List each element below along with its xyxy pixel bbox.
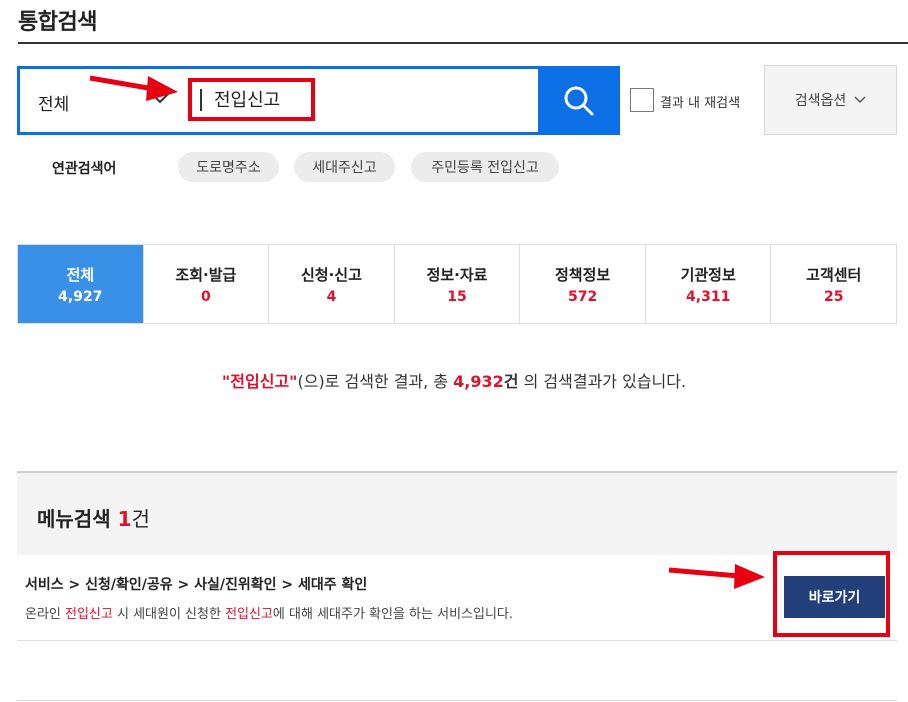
related-term-chip[interactable]: 세대주신고 <box>294 152 395 182</box>
related-term-chip[interactable]: 주민등록 전입신고 <box>411 152 559 182</box>
bottom-divider <box>17 700 897 701</box>
annotation-arrow-go <box>668 564 765 589</box>
summary-text-1: (으)로 검색한 결과, 총 <box>297 372 454 391</box>
search-button[interactable] <box>538 66 620 135</box>
desc-text: 에 대해 세대주가 확인을 하는 서비스입니다. <box>272 607 513 622</box>
summary-unit: 건 <box>503 372 519 391</box>
desc-text: 시 세대원이 신청한 <box>112 607 226 622</box>
desc-highlight: 전입신고 <box>65 607 113 622</box>
tab-label: 정보·자료 <box>426 265 488 284</box>
desc-highlight: 전입신고 <box>225 607 273 622</box>
search-options-button[interactable]: 검색옵션 <box>764 65 897 135</box>
menu-search-title: 메뉴검색 1건 <box>37 503 150 532</box>
tab-application-report[interactable]: 신청·신고 4 <box>269 245 395 323</box>
tab-count: 25 <box>824 288 844 305</box>
menu-search-count: 1 <box>117 507 132 531</box>
tab-inquiry-issuance[interactable]: 조회·발급 0 <box>143 245 270 323</box>
related-terms-label: 연관검색어 <box>52 161 117 177</box>
tab-count: 4,927 <box>58 288 103 305</box>
scope-select[interactable]: 전체 <box>38 90 69 115</box>
result-path[interactable]: 서비스 > 신청/확인/공유 > 사실/진위확인 > 세대주 확인 <box>25 574 367 594</box>
summary-total: 4,932 <box>453 372 504 391</box>
tab-label: 고객센터 <box>806 265 862 284</box>
tab-count: 15 <box>447 288 467 305</box>
search-result-summary: "전입신고"(으)로 검색한 결과, 총 4,932건 의 검색결과가 있습니다… <box>0 368 908 392</box>
refine-search-checkbox[interactable] <box>630 88 654 112</box>
page-title: 통합검색 <box>18 10 97 35</box>
result-description: 온라인 전입신고 시 세대원이 신청한 전입신고에 대해 세대주가 확인을 하는… <box>25 603 513 622</box>
tab-label: 정책정보 <box>555 265 611 284</box>
tab-count: 4 <box>326 288 337 305</box>
annotation-box-query <box>188 78 315 121</box>
tab-label: 전체 <box>66 265 95 284</box>
tab-label: 신청·신고 <box>300 265 362 284</box>
tab-agency-info[interactable]: 기관정보 4,311 <box>645 245 772 323</box>
menu-search-header: 메뉴검색 1건 <box>17 471 897 555</box>
summary-query: "전입신고" <box>221 372 298 391</box>
menu-search-label: 메뉴검색 <box>37 507 111 531</box>
tab-label: 기관정보 <box>680 265 736 284</box>
result-category-tabs: 전체 4,927 조회·발급 0 신청·신고 4 정보·자료 15 정책정보 5… <box>17 244 897 324</box>
chevron-down-icon <box>854 96 866 104</box>
summary-text-2: 의 검색결과가 있습니다. <box>518 372 687 391</box>
tab-count: 0 <box>200 288 211 305</box>
annotation-arrow-query <box>89 75 178 101</box>
tab-count: 4,311 <box>686 288 731 305</box>
search-options-label: 검색옵션 <box>794 93 847 109</box>
tab-customer-center[interactable]: 고객센터 25 <box>771 245 897 323</box>
related-term-chip[interactable]: 도로명주소 <box>178 152 279 182</box>
tab-all[interactable]: 전체 4,927 <box>18 245 144 323</box>
annotation-box-go <box>773 551 890 637</box>
tab-count: 572 <box>567 288 598 305</box>
desc-text: 온라인 <box>25 607 66 622</box>
refine-search-label: 결과 내 재검색 <box>660 96 741 111</box>
title-divider <box>18 42 908 44</box>
menu-search-unit: 건 <box>131 507 150 531</box>
search-icon <box>564 86 594 115</box>
tab-info-materials[interactable]: 정보·자료 15 <box>394 245 521 323</box>
tab-policy-info[interactable]: 정책정보 572 <box>520 245 646 323</box>
tab-label: 조회·발급 <box>175 265 237 284</box>
